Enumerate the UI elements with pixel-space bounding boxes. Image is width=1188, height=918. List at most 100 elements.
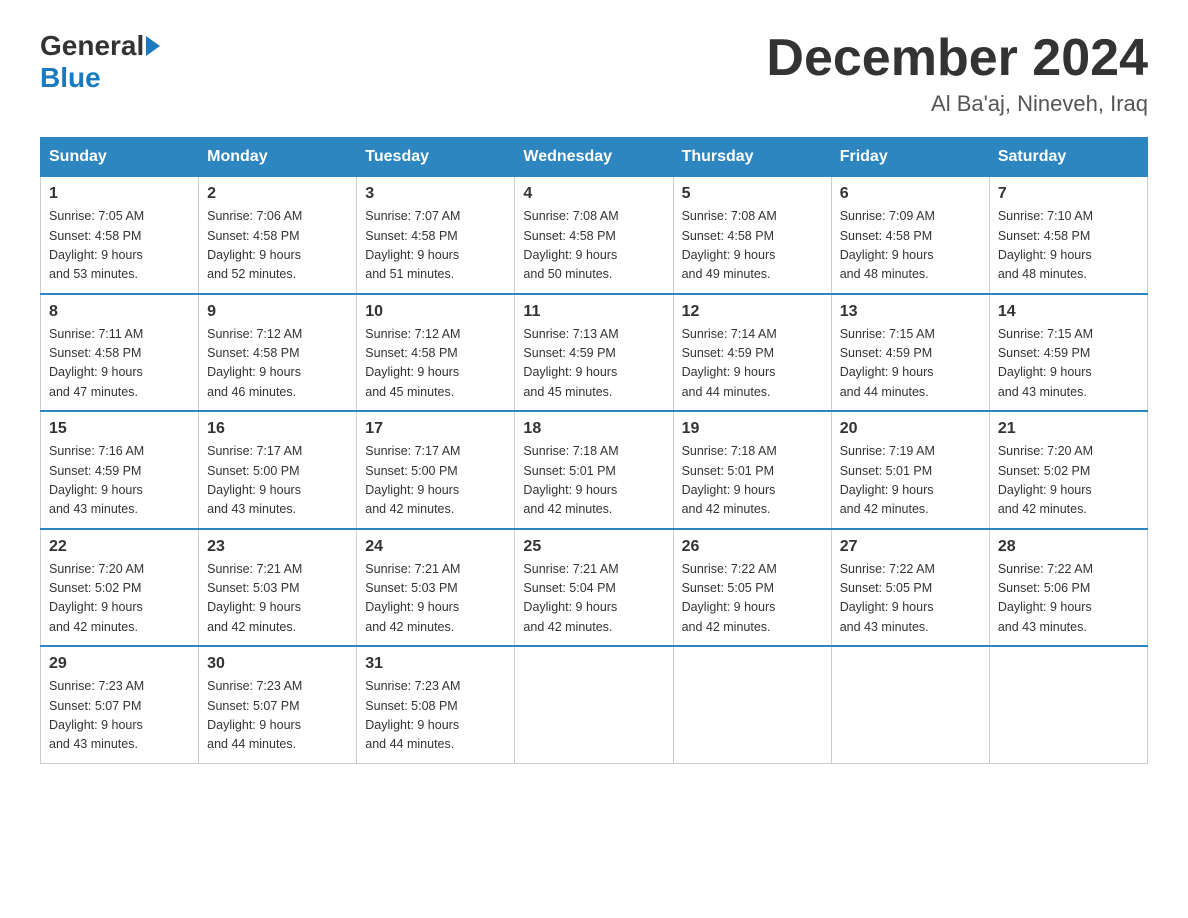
calendar-day-cell: 3 Sunrise: 7:07 AMSunset: 4:58 PMDaylight…	[357, 177, 515, 294]
day-number: 25	[523, 538, 664, 556]
calendar-week-row: 22 Sunrise: 7:20 AMSunset: 5:02 PMDayligh…	[41, 529, 1148, 647]
calendar-day-cell: 22 Sunrise: 7:20 AMSunset: 5:02 PMDayligh…	[41, 529, 199, 647]
weekday-header-sunday: Sunday	[41, 138, 199, 177]
location-text: Al Ba'aj, Nineveh, Iraq	[766, 91, 1148, 117]
day-info: Sunrise: 7:18 AMSunset: 5:01 PMDaylight:…	[523, 442, 664, 520]
logo: General Blue	[40, 30, 162, 94]
month-title: December 2024	[766, 30, 1148, 87]
day-info: Sunrise: 7:21 AMSunset: 5:04 PMDaylight:…	[523, 560, 664, 638]
day-info: Sunrise: 7:10 AMSunset: 4:58 PMDaylight:…	[998, 207, 1139, 285]
day-number: 20	[840, 420, 981, 438]
calendar-day-cell: 27 Sunrise: 7:22 AMSunset: 5:05 PMDayligh…	[831, 529, 989, 647]
day-number: 3	[365, 185, 506, 203]
day-number: 31	[365, 655, 506, 673]
day-number: 24	[365, 538, 506, 556]
day-info: Sunrise: 7:20 AMSunset: 5:02 PMDaylight:…	[998, 442, 1139, 520]
calendar-day-cell: 25 Sunrise: 7:21 AMSunset: 5:04 PMDayligh…	[515, 529, 673, 647]
day-number: 1	[49, 185, 190, 203]
day-info: Sunrise: 7:20 AMSunset: 5:02 PMDaylight:…	[49, 560, 190, 638]
day-number: 15	[49, 420, 190, 438]
calendar-day-cell: 18 Sunrise: 7:18 AMSunset: 5:01 PMDayligh…	[515, 411, 673, 529]
day-number: 28	[998, 538, 1139, 556]
day-number: 21	[998, 420, 1139, 438]
calendar-day-cell: 15 Sunrise: 7:16 AMSunset: 4:59 PMDayligh…	[41, 411, 199, 529]
day-number: 13	[840, 303, 981, 321]
day-info: Sunrise: 7:21 AMSunset: 5:03 PMDaylight:…	[207, 560, 348, 638]
day-info: Sunrise: 7:18 AMSunset: 5:01 PMDaylight:…	[682, 442, 823, 520]
day-info: Sunrise: 7:06 AMSunset: 4:58 PMDaylight:…	[207, 207, 348, 285]
calendar-day-cell: 24Sunrise: 7:21 AMSunset: 5:03 PMDayligh…	[357, 529, 515, 647]
calendar-week-row: 8 Sunrise: 7:11 AMSunset: 4:58 PMDaylight…	[41, 294, 1148, 412]
calendar-day-cell	[673, 646, 831, 763]
day-info: Sunrise: 7:13 AMSunset: 4:59 PMDaylight:…	[523, 325, 664, 403]
calendar-day-cell: 8 Sunrise: 7:11 AMSunset: 4:58 PMDaylight…	[41, 294, 199, 412]
day-number: 6	[840, 185, 981, 203]
title-section: December 2024 Al Ba'aj, Nineveh, Iraq	[766, 30, 1148, 117]
calendar-day-cell: 10Sunrise: 7:12 AMSunset: 4:58 PMDayligh…	[357, 294, 515, 412]
day-info: Sunrise: 7:14 AMSunset: 4:59 PMDaylight:…	[682, 325, 823, 403]
calendar-day-cell: 12 Sunrise: 7:14 AMSunset: 4:59 PMDayligh…	[673, 294, 831, 412]
calendar-day-cell	[989, 646, 1147, 763]
calendar-day-cell: 20 Sunrise: 7:19 AMSunset: 5:01 PMDayligh…	[831, 411, 989, 529]
day-number: 23	[207, 538, 348, 556]
calendar-week-row: 29Sunrise: 7:23 AMSunset: 5:07 PMDayligh…	[41, 646, 1148, 763]
day-number: 17	[365, 420, 506, 438]
page-header: General Blue December 2024 Al Ba'aj, Nin…	[40, 30, 1148, 117]
weekday-header-thursday: Thursday	[673, 138, 831, 177]
calendar-day-cell: 30Sunrise: 7:23 AMSunset: 5:07 PMDayligh…	[199, 646, 357, 763]
calendar-day-cell: 14 Sunrise: 7:15 AMSunset: 4:59 PMDayligh…	[989, 294, 1147, 412]
day-number: 8	[49, 303, 190, 321]
logo-arrow-icon	[146, 36, 160, 56]
day-info: Sunrise: 7:11 AMSunset: 4:58 PMDaylight:…	[49, 325, 190, 403]
weekday-header-row: SundayMondayTuesdayWednesdayThursdayFrid…	[41, 138, 1148, 177]
calendar-day-cell: 13 Sunrise: 7:15 AMSunset: 4:59 PMDayligh…	[831, 294, 989, 412]
day-info: Sunrise: 7:15 AMSunset: 4:59 PMDaylight:…	[998, 325, 1139, 403]
day-info: Sunrise: 7:15 AMSunset: 4:59 PMDaylight:…	[840, 325, 981, 403]
day-info: Sunrise: 7:22 AMSunset: 5:05 PMDaylight:…	[682, 560, 823, 638]
calendar-day-cell: 28 Sunrise: 7:22 AMSunset: 5:06 PMDayligh…	[989, 529, 1147, 647]
day-info: Sunrise: 7:22 AMSunset: 5:06 PMDaylight:…	[998, 560, 1139, 638]
day-number: 26	[682, 538, 823, 556]
day-info: Sunrise: 7:08 AMSunset: 4:58 PMDaylight:…	[523, 207, 664, 285]
day-info: Sunrise: 7:17 AMSunset: 5:00 PMDaylight:…	[207, 442, 348, 520]
calendar-day-cell: 5Sunrise: 7:08 AMSunset: 4:58 PMDaylight…	[673, 177, 831, 294]
calendar-day-cell: 31 Sunrise: 7:23 AMSunset: 5:08 PMDayligh…	[357, 646, 515, 763]
day-info: Sunrise: 7:12 AMSunset: 4:58 PMDaylight:…	[365, 325, 506, 403]
day-number: 27	[840, 538, 981, 556]
calendar-day-cell: 16Sunrise: 7:17 AMSunset: 5:00 PMDayligh…	[199, 411, 357, 529]
day-info: Sunrise: 7:09 AMSunset: 4:58 PMDaylight:…	[840, 207, 981, 285]
day-number: 12	[682, 303, 823, 321]
day-info: Sunrise: 7:16 AMSunset: 4:59 PMDaylight:…	[49, 442, 190, 520]
calendar-week-row: 1 Sunrise: 7:05 AMSunset: 4:58 PMDaylight…	[41, 177, 1148, 294]
calendar-day-cell: 29Sunrise: 7:23 AMSunset: 5:07 PMDayligh…	[41, 646, 199, 763]
weekday-header-wednesday: Wednesday	[515, 138, 673, 177]
day-number: 22	[49, 538, 190, 556]
weekday-header-monday: Monday	[199, 138, 357, 177]
day-info: Sunrise: 7:19 AMSunset: 5:01 PMDaylight:…	[840, 442, 981, 520]
day-info: Sunrise: 7:07 AMSunset: 4:58 PMDaylight:…	[365, 207, 506, 285]
day-info: Sunrise: 7:12 AMSunset: 4:58 PMDaylight:…	[207, 325, 348, 403]
calendar-day-cell: 4 Sunrise: 7:08 AMSunset: 4:58 PMDaylight…	[515, 177, 673, 294]
day-info: Sunrise: 7:05 AMSunset: 4:58 PMDaylight:…	[49, 207, 190, 285]
calendar-day-cell: 1 Sunrise: 7:05 AMSunset: 4:58 PMDaylight…	[41, 177, 199, 294]
day-number: 19	[682, 420, 823, 438]
calendar-day-cell: 26 Sunrise: 7:22 AMSunset: 5:05 PMDayligh…	[673, 529, 831, 647]
day-info: Sunrise: 7:23 AMSunset: 5:08 PMDaylight:…	[365, 677, 506, 755]
day-number: 4	[523, 185, 664, 203]
calendar-day-cell: 9 Sunrise: 7:12 AMSunset: 4:58 PMDaylight…	[199, 294, 357, 412]
day-info: Sunrise: 7:22 AMSunset: 5:05 PMDaylight:…	[840, 560, 981, 638]
calendar-day-cell: 17 Sunrise: 7:17 AMSunset: 5:00 PMDayligh…	[357, 411, 515, 529]
calendar-day-cell: 2 Sunrise: 7:06 AMSunset: 4:58 PMDaylight…	[199, 177, 357, 294]
day-number: 2	[207, 185, 348, 203]
day-number: 18	[523, 420, 664, 438]
day-info: Sunrise: 7:08 AMSunset: 4:58 PMDaylight:…	[682, 207, 823, 285]
day-number: 7	[998, 185, 1139, 203]
calendar-day-cell: 23 Sunrise: 7:21 AMSunset: 5:03 PMDayligh…	[199, 529, 357, 647]
calendar-day-cell	[831, 646, 989, 763]
day-number: 14	[998, 303, 1139, 321]
day-number: 9	[207, 303, 348, 321]
day-info: Sunrise: 7:23 AMSunset: 5:07 PMDaylight:…	[49, 677, 190, 755]
day-info: Sunrise: 7:17 AMSunset: 5:00 PMDaylight:…	[365, 442, 506, 520]
calendar-week-row: 15 Sunrise: 7:16 AMSunset: 4:59 PMDayligh…	[41, 411, 1148, 529]
weekday-header-saturday: Saturday	[989, 138, 1147, 177]
